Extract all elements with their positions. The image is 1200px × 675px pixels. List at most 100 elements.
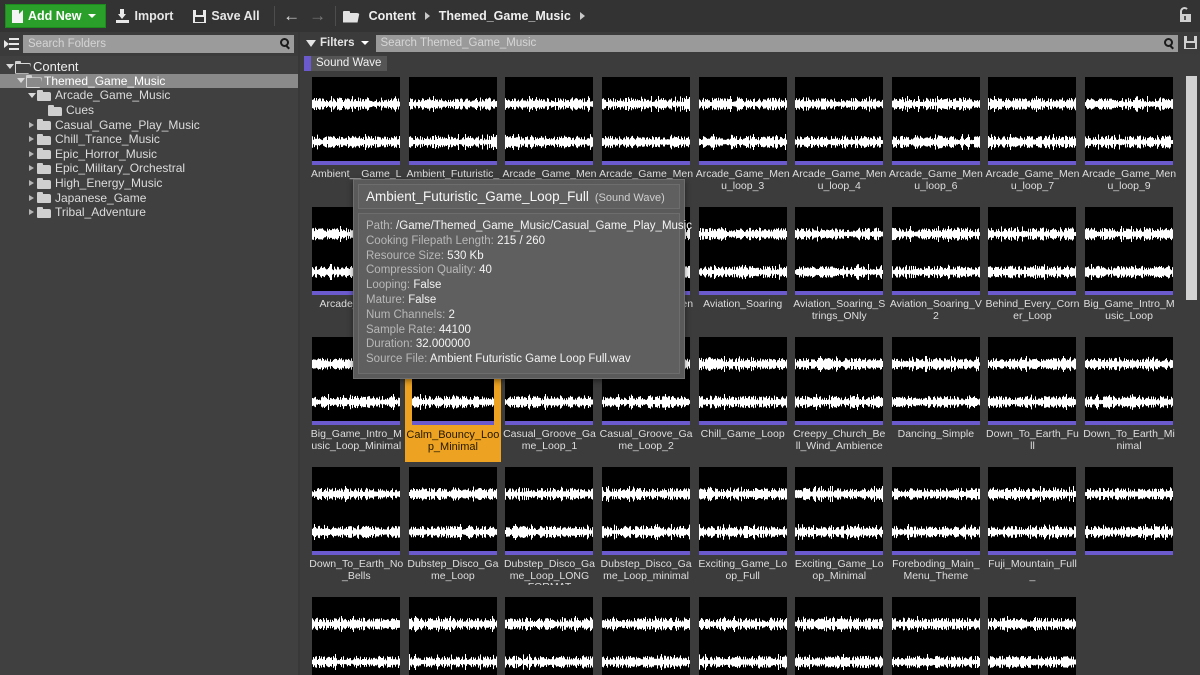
asset-tile[interactable]: Aviation_Soaring_Strings_ONly: [791, 202, 888, 332]
tree-item-tribal-adventure[interactable]: Tribal_Adventure: [0, 205, 298, 220]
import-button[interactable]: Import: [106, 2, 183, 30]
waveform-channel-right: [312, 524, 401, 540]
tree-disclosure-open-icon[interactable]: [4, 63, 15, 69]
asset-tile[interactable]: [694, 592, 791, 675]
asset-tile-label: Down_To_Earth_Full: [986, 429, 1079, 452]
breadcrumb-chevron-icon[interactable]: [424, 12, 430, 20]
back-button[interactable]: ←: [279, 2, 305, 30]
tree-item-arcade-game-music[interactable]: Arcade_Game_Music: [0, 88, 298, 103]
breadcrumb-content[interactable]: Content: [367, 9, 418, 23]
tree-item-epic-military-orchestral[interactable]: Epic_Military_Orchestral: [0, 161, 298, 176]
tooltip-row-value: 32.000000: [412, 338, 471, 351]
scrollbar-thumb[interactable]: [1186, 76, 1197, 300]
tree-item-content[interactable]: Content: [0, 59, 298, 74]
filters-button[interactable]: Filters: [304, 37, 371, 49]
asset-tile[interactable]: Exciting_Game_Loop_Minimal: [791, 462, 888, 592]
breadcrumb-themed-game-music[interactable]: Themed_Game_Music: [437, 9, 573, 23]
asset-tile[interactable]: Arcade_Game_Menu_loop_7: [984, 72, 1081, 202]
waveform-channel-left: [988, 486, 1077, 502]
asset-tile[interactable]: Chill_Game_Loop: [694, 332, 791, 462]
tree-expand-icon[interactable]: [4, 37, 19, 51]
filters-label: Filters: [320, 37, 355, 49]
asset-tile[interactable]: Exciting_Game_Loop_Full: [694, 462, 791, 592]
asset-tile[interactable]: Dubstep_Disco_Game_Loop_minimal: [598, 462, 695, 592]
asset-thumbnail: [312, 597, 401, 675]
waveform-channel-right: [795, 394, 884, 410]
asset-tile[interactable]: Down_To_Earth_Full: [984, 332, 1081, 462]
asset-tile[interactable]: Arcade_Game_Menu_loop_3: [694, 72, 791, 202]
tooltip-row-value: 530 Kb: [443, 249, 484, 262]
asset-tile[interactable]: [308, 592, 405, 675]
asset-tooltip: Ambient_Futuristic_Game_Loop_Full (Sound…: [353, 179, 692, 379]
asset-tile[interactable]: Fuji_Mountain_Full_: [984, 462, 1081, 592]
search-assets-input[interactable]: Search Themed_Game_Music: [375, 34, 1178, 52]
asset-thumbnail: [1085, 207, 1174, 295]
folder-icon: [48, 104, 62, 116]
tree-item-cues[interactable]: Cues: [0, 103, 298, 118]
tree-item-epic-horror-music[interactable]: Epic_Horror_Music: [0, 147, 298, 162]
tree-item-themed-game-music[interactable]: Themed_Game_Music: [0, 73, 298, 89]
asset-tile[interactable]: [791, 592, 888, 675]
asset-tile[interactable]: Arcade_Game_Menu_loop_6: [888, 72, 985, 202]
tree-disclosure-closed-icon[interactable]: [26, 165, 37, 172]
tree-item-label: Arcade_Game_Music: [55, 88, 171, 103]
asset-tile[interactable]: [405, 592, 502, 675]
tree-disclosure-closed-icon[interactable]: [26, 121, 37, 128]
waveform-channel-left: [1085, 226, 1174, 242]
view-options-icon[interactable]: [1184, 36, 1197, 49]
asset-tile[interactable]: [598, 592, 695, 675]
waveform-channel-left: [795, 616, 884, 632]
add-new-button[interactable]: Add New: [5, 4, 107, 28]
tooltip-row-value: 40: [475, 264, 492, 277]
tooltip-header: Ambient_Futuristic_Game_Loop_Full (Sound…: [358, 184, 680, 209]
tree-disclosure-closed-icon[interactable]: [26, 150, 37, 157]
asset-tile[interactable]: Aviation_Soaring: [694, 202, 791, 332]
lock-icon[interactable]: [1179, 7, 1192, 22]
asset-tile[interactable]: [984, 592, 1081, 675]
asset-grid-scrollbar[interactable]: [1185, 76, 1198, 675]
asset-tile[interactable]: Foreboding_Main_Menu_Theme: [888, 462, 985, 592]
forward-button[interactable]: →: [305, 2, 331, 30]
tree-disclosure-closed-icon[interactable]: [26, 180, 37, 187]
tree-disclosure-open-icon[interactable]: [26, 92, 37, 98]
tree-item-high-energy-music[interactable]: High_Energy_Music: [0, 176, 298, 191]
filter-chip-sound-wave[interactable]: Sound Wave: [304, 55, 388, 71]
asset-thumbnail: [698, 337, 787, 425]
asset-tile[interactable]: Arcade_Game_Menu_loop_4: [791, 72, 888, 202]
asset-tile[interactable]: Down_To_Earth_Minimal: [1081, 332, 1178, 462]
asset-tile[interactable]: [888, 592, 985, 675]
floppy-disk-icon: [193, 9, 207, 23]
asset-tile[interactable]: Dancing_Simple: [888, 332, 985, 462]
asset-tile[interactable]: Creepy_Church_Bell_Wind_Ambience: [791, 332, 888, 462]
tree-item-casual-game-play-music[interactable]: Casual_Game_Play_Music: [0, 117, 298, 132]
asset-thumbnail: [408, 467, 497, 555]
tree-item-japanese-game[interactable]: Japanese_Game: [0, 190, 298, 205]
waveform-channel-right: [602, 394, 691, 410]
tree-disclosure-closed-icon[interactable]: [26, 209, 37, 216]
asset-tile[interactable]: Dubstep_Disco_Game_Loop_LONG FORMAT: [501, 462, 598, 592]
waveform-channel-left: [602, 486, 691, 502]
waveform-channel-left: [795, 356, 884, 372]
tree-disclosure-closed-icon[interactable]: [26, 194, 37, 201]
tree-disclosure-open-icon[interactable]: [15, 78, 26, 84]
breadcrumb-chevron-icon-2[interactable]: [579, 12, 585, 20]
tooltip-body: Path: /Game/Themed_Game_Music/Casual_Gam…: [358, 213, 692, 374]
search-folders-input[interactable]: Search Folders: [23, 35, 294, 53]
asset-type-color-bar: [602, 161, 691, 165]
asset-tile[interactable]: [501, 592, 598, 675]
tree-item-label: Japanese_Game: [55, 190, 147, 205]
asset-tile[interactable]: Big_Game_Intro_Music_Loop: [1081, 202, 1178, 332]
save-all-button[interactable]: Save All: [183, 2, 269, 30]
asset-tile[interactable]: Down_To_Earth_No_Bells: [308, 462, 405, 592]
tooltip-row-key: Cooking Filepath Length:: [366, 234, 494, 247]
asset-tile[interactable]: Dubstep_Disco_Game_Loop: [405, 462, 502, 592]
waveform-channel-left: [312, 96, 401, 112]
tree-item-chill-trance-music[interactable]: Chill_Trance_Music: [0, 132, 298, 147]
asset-tile[interactable]: [1081, 462, 1178, 592]
asset-tile[interactable]: Arcade_Game_Menu_loop_9: [1081, 72, 1178, 202]
tree-disclosure-closed-icon[interactable]: [26, 136, 37, 143]
waveform-channel-right: [891, 654, 980, 670]
tooltip-row: Sample Rate: 44100: [366, 323, 672, 338]
asset-tile[interactable]: Aviation_Soaring_V2: [888, 202, 985, 332]
asset-tile[interactable]: Behind_Every_Corner_Loop: [984, 202, 1081, 332]
